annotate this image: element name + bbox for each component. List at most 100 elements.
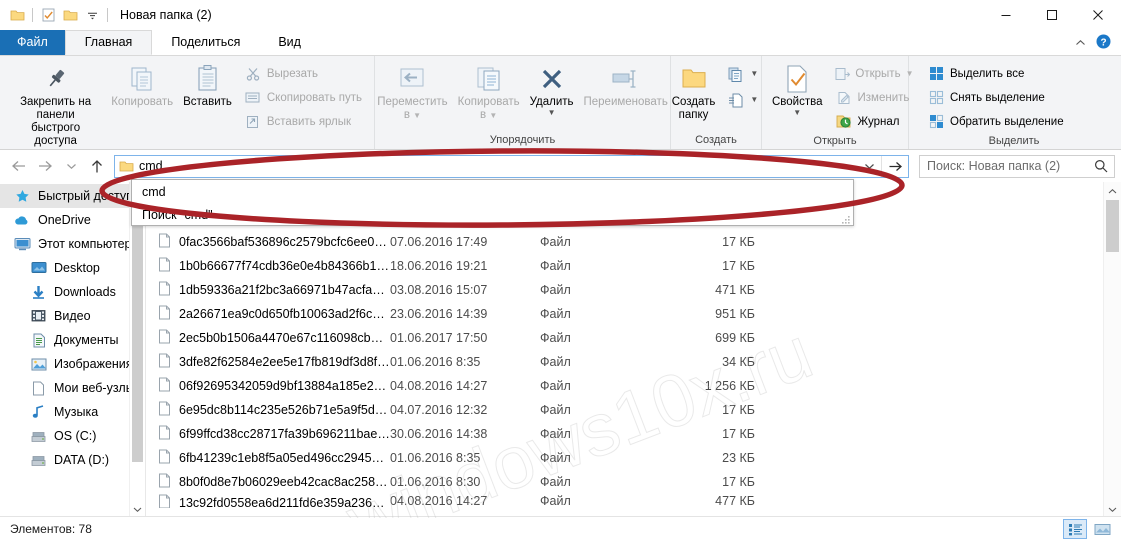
large-icons-view-button[interactable] [1091, 520, 1113, 538]
recent-locations-icon[interactable] [58, 153, 84, 179]
address-input[interactable]: cmd [137, 159, 857, 173]
close-icon[interactable] [1075, 0, 1121, 30]
scroll-up-arrow-icon[interactable] [1104, 182, 1121, 200]
help-icon[interactable]: ? [1096, 34, 1111, 52]
invert-selection-button[interactable]: Обратить выделение [924, 110, 1110, 133]
table-row[interactable]: 1b0b66677f74cdb36e0e4b84366b13c696b...18… [146, 254, 1121, 278]
select-none-button[interactable]: Снять выделение [924, 86, 1110, 109]
sidebar-item-label: Документы [54, 333, 119, 347]
move-to-label-line2: в ▼ [403, 109, 422, 121]
go-arrow-icon[interactable] [881, 155, 908, 177]
chevron-down-icon[interactable] [857, 162, 881, 170]
search-box[interactable]: Поиск: Новая папка (2) [919, 154, 1115, 178]
forward-arrow-icon[interactable] [32, 153, 58, 179]
paste-shortcut-button[interactable]: Вставить ярлык [241, 110, 365, 133]
move-to-button[interactable]: Переместить в ▼ [372, 60, 452, 124]
file-list-scrollbar[interactable] [1103, 182, 1121, 518]
back-arrow-icon[interactable] [6, 153, 32, 179]
file-date-cell: 01.06.2016 8:35 [390, 355, 481, 369]
table-row[interactable]: 3dfe82f62584e2ee5e17fb819df3d8f68bda...0… [146, 350, 1121, 374]
sidebar-item-10[interactable]: OS (C:) [0, 424, 145, 448]
sidebar-item-4[interactable]: Downloads [0, 280, 145, 304]
properties-icon[interactable] [37, 4, 59, 26]
tab-home[interactable]: Главная [64, 30, 153, 55]
tab-view[interactable]: Вид [259, 30, 320, 55]
table-row[interactable]: 0fac3566baf536896c2579bcfc6ee01ab443...0… [146, 230, 1121, 254]
new-folder-icon[interactable] [59, 4, 81, 26]
file-name-label: 06f92695342059d9bf13884a185e2994748d... [179, 379, 390, 393]
paste-button[interactable]: Вставить [178, 60, 237, 111]
select-all-button[interactable]: Выделить все [924, 62, 1110, 85]
table-row[interactable]: 8b0f0d8e7b06029eeb42cac8ac2583f73cfb...0… [146, 470, 1121, 494]
sidebar-item-0[interactable]: Быстрый доступ [0, 184, 145, 208]
delete-button[interactable]: Удалить ▼ [525, 60, 579, 119]
search-input[interactable]: Поиск: Новая папка (2) [920, 159, 1088, 173]
navigation-scrollbar-thumb[interactable] [132, 204, 143, 462]
table-row[interactable]: 6e95dc8b114c235e526b71e5a9f5d0c5811...04… [146, 398, 1121, 422]
resize-grip-icon[interactable] [842, 214, 851, 224]
ribbon-tabs: Файл Главная Поделиться Вид ? [0, 30, 1121, 56]
new-item-button[interactable]: ▼ [724, 64, 761, 84]
sidebar-item-9[interactable]: Музыка [0, 400, 145, 424]
navigation-scrollbar[interactable] [129, 182, 145, 518]
suggestion-item-search[interactable]: Поиск "cmd" [132, 203, 853, 226]
new-folder-label-line1: Создать [671, 96, 716, 108]
copy-path-icon [244, 89, 262, 106]
sidebar-item-3[interactable]: Desktop [0, 256, 145, 280]
sidebar-item-8[interactable]: Мои веб-узлы [0, 376, 145, 400]
pin-to-quick-access-button[interactable]: Закрепить на панели быстрого доступа [5, 60, 106, 150]
copy-path-button[interactable]: Скопировать путь [241, 86, 365, 109]
table-row[interactable]: 1db59336a21f2bc3a66971b47acfa7c16519...0… [146, 278, 1121, 302]
file-date-cell: 04.08.2016 14:27 [390, 379, 488, 393]
chevron-up-icon[interactable] [1075, 36, 1086, 50]
suggestion-item-cmd[interactable]: cmd [132, 180, 853, 203]
up-arrow-icon[interactable] [84, 153, 110, 179]
properties-button[interactable]: Свойства ▼ [767, 60, 828, 119]
minimize-icon[interactable] [983, 0, 1029, 30]
search-icon[interactable] [1088, 159, 1114, 173]
select-commands: Выделить все Снять выделение Обратить вы… [914, 60, 1114, 135]
table-row[interactable]: 6fb41239c1eb8f5a05ed496cc2945b6b05e9...0… [146, 446, 1121, 470]
file-icon [158, 473, 171, 491]
history-button[interactable]: Журнал [832, 110, 917, 133]
details-view-button[interactable] [1063, 519, 1087, 539]
open-button[interactable]: Открыть ▼ [832, 62, 917, 85]
new-folder-button[interactable]: Создать папку [667, 60, 721, 124]
table-row[interactable]: 06f92695342059d9bf13884a185e2994748d...0… [146, 374, 1121, 398]
chevron-down-icon[interactable] [81, 4, 103, 26]
table-row[interactable]: 2a26671ea9c0d650fb10063ad2f6c121a22d...2… [146, 302, 1121, 326]
folder-icon[interactable] [6, 4, 28, 26]
tab-file[interactable]: Файл [0, 30, 65, 55]
maximize-icon[interactable] [1029, 0, 1075, 30]
table-row[interactable]: 2ec5b0b1506a4470e67c116098cbd28cdcd...01… [146, 326, 1121, 350]
sidebar-item-7[interactable]: Изображения [0, 352, 145, 376]
file-size-cell: 17 КБ [722, 475, 755, 489]
cut-button[interactable]: Вырезать [241, 62, 365, 85]
file-list-scrollbar-thumb[interactable] [1106, 200, 1119, 252]
easy-access-caret-icon[interactable]: ▼ [750, 96, 758, 104]
ribbon-group-label-new: Создать [695, 134, 737, 146]
file-size-cell: 17 КБ [722, 259, 755, 273]
properties-caret-icon[interactable]: ▼ [793, 109, 801, 117]
easy-access-button[interactable]: ▼ [724, 90, 761, 110]
address-input-box[interactable]: cmd [114, 154, 909, 178]
copy-to-button[interactable]: Копировать в ▼ [453, 60, 525, 124]
copy-button[interactable]: Копировать [106, 60, 178, 111]
table-row[interactable]: 13c92fd0558ea6d211fd6e359a236026ba0904.0… [146, 494, 1121, 508]
sidebar-item-5[interactable]: Видео [0, 304, 145, 328]
pin-icon [43, 62, 69, 96]
sidebar-item-11[interactable]: DATA (D:) [0, 448, 145, 472]
new-item-caret-icon[interactable]: ▼ [750, 70, 758, 78]
edit-button[interactable]: Изменить [832, 86, 917, 109]
sidebar-item-2[interactable]: Этот компьютер [0, 232, 145, 256]
table-row[interactable]: 6f99ffcd38cc28717fa39b696211bae8ed6c...3… [146, 422, 1121, 446]
rename-button[interactable]: Переименовать [579, 60, 673, 111]
navigation-pane: Быстрый доступ OneDrive Этот компьютер Desk… [0, 182, 145, 518]
tab-share[interactable]: Поделиться [152, 30, 259, 55]
navigation-list: Быстрый доступ OneDrive Этот компьютер Desk… [0, 182, 145, 472]
sidebar-item-6[interactable]: Документы [0, 328, 145, 352]
copy-to-label-line1: Копировать [457, 96, 520, 108]
delete-caret-icon[interactable]: ▼ [548, 109, 556, 117]
address-suggestions-dropdown[interactable]: cmd Поиск "cmd" [131, 179, 854, 226]
sidebar-item-1[interactable]: OneDrive [0, 208, 145, 232]
